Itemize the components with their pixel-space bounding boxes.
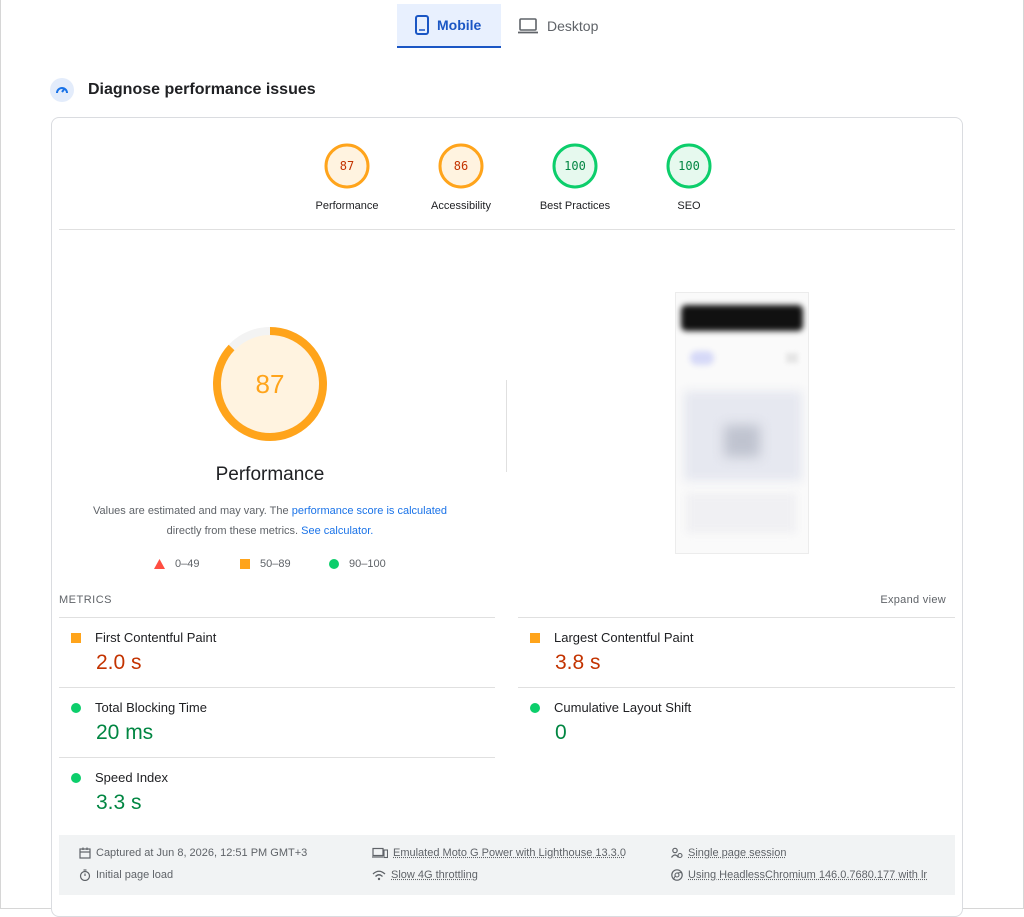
average-square-icon xyxy=(530,633,540,643)
metric-lcp: Largest Contentful Paint 3.8 s xyxy=(518,630,948,675)
page-screenshot-thumbnail[interactable] xyxy=(675,292,809,554)
metric-label: Cumulative Layout Shift xyxy=(554,700,691,715)
metric-value: 0 xyxy=(555,721,948,745)
metric-value: 3.3 s xyxy=(96,791,489,815)
note-prefix: Values are estimated and may vary. The xyxy=(93,505,292,517)
metric-divider xyxy=(59,687,495,688)
gauge-best-practices-ring: 100 xyxy=(551,142,599,190)
pass-circle-icon xyxy=(530,703,540,713)
metric-divider xyxy=(59,617,495,618)
gauge-performance[interactable]: 87 Performance xyxy=(290,142,404,212)
metric-speed-index: Speed Index 3.3 s xyxy=(59,770,489,815)
metric-divider xyxy=(518,687,955,688)
pass-circle-icon xyxy=(71,773,81,783)
load-info: Initial page load xyxy=(79,869,173,881)
vertical-separator xyxy=(506,380,507,472)
metric-divider xyxy=(518,617,955,618)
metric-label: First Contentful Paint xyxy=(95,630,216,645)
expand-view-toggle[interactable]: Expand view xyxy=(880,594,946,606)
desktop-icon xyxy=(517,18,539,34)
triangle-icon xyxy=(154,559,165,569)
gauge-best-practices-score: 100 xyxy=(564,159,586,173)
metric-cls: Cumulative Layout Shift 0 xyxy=(518,700,948,745)
metric-value: 20 ms xyxy=(96,721,489,745)
score-legend: 0–49 50–89 90–100 xyxy=(154,558,386,570)
note-mid: directly from these metrics. xyxy=(167,525,301,537)
gauge-accessibility-label: Accessibility xyxy=(431,200,491,212)
gauge-best-practices-label: Best Practices xyxy=(540,200,610,212)
mobile-icon xyxy=(415,15,429,35)
legend-average-label: 50–89 xyxy=(260,558,291,570)
performance-big-gauge: 87 xyxy=(211,325,329,443)
gauge-seo[interactable]: 100 SEO xyxy=(632,142,746,212)
legend-average: 50–89 xyxy=(240,558,329,570)
legend-fail-label: 0–49 xyxy=(175,558,199,570)
metric-tbt: Total Blocking Time 20 ms xyxy=(59,700,489,745)
device-tabs: Mobile Desktop xyxy=(397,4,614,48)
devices-icon xyxy=(372,847,388,859)
throttling-info[interactable]: Slow 4G throttling xyxy=(372,869,478,881)
gauge-performance-score: 87 xyxy=(340,159,354,173)
performance-note: Values are estimated and may vary. The p… xyxy=(70,501,470,541)
diagnose-header: Diagnose performance issues xyxy=(50,78,316,102)
load-text: Initial page load xyxy=(96,869,173,881)
browser-text: Using HeadlessChromium 146.0.7680.177 wi… xyxy=(688,869,927,881)
score-calculated-link[interactable]: performance score is calculated xyxy=(292,505,447,517)
gauge-icon xyxy=(50,78,74,102)
session-info[interactable]: Single page session xyxy=(671,847,786,859)
see-calculator-link[interactable]: See calculator. xyxy=(301,525,373,537)
gauges-divider xyxy=(59,229,955,230)
gauge-best-practices[interactable]: 100 Best Practices xyxy=(518,142,632,212)
legend-pass-label: 90–100 xyxy=(349,558,386,570)
captured-info: Captured at Jun 8, 2026, 12:51 PM GMT+3 xyxy=(79,847,307,859)
metric-label: Total Blocking Time xyxy=(95,700,207,715)
metric-value: 3.8 s xyxy=(555,651,948,675)
gauge-accessibility-score: 86 xyxy=(454,159,468,173)
tab-mobile[interactable]: Mobile xyxy=(397,4,501,48)
metric-fcp: First Contentful Paint 2.0 s xyxy=(59,630,489,675)
legend-pass: 90–100 xyxy=(329,558,386,570)
performance-score: 87 xyxy=(256,369,285,399)
metrics-heading: METRICS xyxy=(59,594,112,606)
chrome-icon xyxy=(671,869,683,881)
calendar-icon xyxy=(79,847,91,859)
browser-info[interactable]: Using HeadlessChromium 146.0.7680.177 wi… xyxy=(671,869,927,881)
circle-icon xyxy=(329,559,339,569)
gauge-accessibility-ring: 86 xyxy=(437,142,485,190)
timer-icon xyxy=(79,869,91,881)
runtime-settings: Captured at Jun 8, 2026, 12:51 PM GMT+3 … xyxy=(59,835,955,895)
average-square-icon xyxy=(71,633,81,643)
gauge-performance-ring: 87 xyxy=(323,142,371,190)
category-gauges: 87 Performance 86 Accessibility 100 Best… xyxy=(290,142,746,212)
tab-desktop-label: Desktop xyxy=(547,18,598,34)
gauge-seo-ring: 100 xyxy=(665,142,713,190)
tab-desktop[interactable]: Desktop xyxy=(501,4,614,48)
pass-circle-icon xyxy=(71,703,81,713)
wifi-icon xyxy=(372,869,386,881)
throttling-text: Slow 4G throttling xyxy=(391,869,478,881)
metric-value: 2.0 s xyxy=(96,651,489,675)
legend-fail: 0–49 xyxy=(154,558,240,570)
square-icon xyxy=(240,559,250,569)
device-info[interactable]: Emulated Moto G Power with Lighthouse 13… xyxy=(372,847,626,859)
tab-mobile-label: Mobile xyxy=(437,17,481,33)
device-text: Emulated Moto G Power with Lighthouse 13… xyxy=(393,847,626,859)
session-text: Single page session xyxy=(688,847,786,859)
person-icon xyxy=(671,847,683,859)
metric-label: Speed Index xyxy=(95,770,168,785)
captured-text: Captured at Jun 8, 2026, 12:51 PM GMT+3 xyxy=(96,847,307,859)
metrics-header: METRICS Expand view xyxy=(59,594,946,606)
metric-label: Largest Contentful Paint xyxy=(554,630,693,645)
gauge-seo-label: SEO xyxy=(677,200,700,212)
metric-divider xyxy=(59,757,495,758)
performance-title: Performance xyxy=(170,464,370,486)
gauge-performance-label: Performance xyxy=(316,200,379,212)
gauge-seo-score: 100 xyxy=(678,159,700,173)
diagnose-title: Diagnose performance issues xyxy=(88,81,316,99)
gauge-accessibility[interactable]: 86 Accessibility xyxy=(404,142,518,212)
